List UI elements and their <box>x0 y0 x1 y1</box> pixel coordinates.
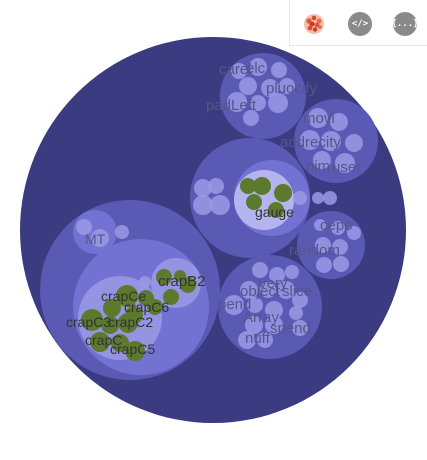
node-label: movi <box>303 110 335 127</box>
node-label: MT <box>85 231 106 247</box>
node-label: nuff <box>245 330 271 347</box>
node-label: crapCe <box>101 288 146 304</box>
highlighted-leaf-circle[interactable] <box>274 184 292 202</box>
node-label: user <box>332 159 361 176</box>
leaf-circle[interactable] <box>293 191 307 205</box>
node-label: elc <box>246 60 266 77</box>
leaf-circle[interactable] <box>208 178 224 194</box>
node-label: addrecity <box>280 134 341 151</box>
node-label: crapC5 <box>110 341 155 357</box>
node-label: crapC2 <box>108 314 153 330</box>
leaf-circle[interactable] <box>345 134 363 152</box>
leaf-circle[interactable] <box>271 62 287 78</box>
node-label: nim <box>306 158 330 175</box>
node-label: crapB2 <box>158 273 206 290</box>
leaf-circle[interactable] <box>210 195 230 215</box>
leaf-circle[interactable] <box>323 191 337 205</box>
node-label: gauge <box>255 204 294 220</box>
leaf-circle[interactable] <box>289 306 303 320</box>
circle-pack-chart[interactable]: carelelcpluocifypadLeftmoviaddrecitynim u… <box>0 0 427 460</box>
leaf-circle[interactable] <box>316 257 332 273</box>
leaf-circle[interactable] <box>312 192 324 204</box>
node-label: padLeft <box>206 97 257 114</box>
leaf-circle[interactable] <box>239 77 257 95</box>
leaf-circle[interactable] <box>139 276 151 288</box>
node-label: crapC3 <box>66 314 111 330</box>
leaf-circle[interactable] <box>115 225 129 239</box>
node-label: slice <box>282 283 312 300</box>
node-label: cepo <box>320 217 353 234</box>
node-label: spend <box>270 320 311 337</box>
node-label: random <box>289 242 340 259</box>
highlighted-leaf-circle[interactable] <box>253 177 271 195</box>
node-label: pluocify <box>266 80 317 97</box>
